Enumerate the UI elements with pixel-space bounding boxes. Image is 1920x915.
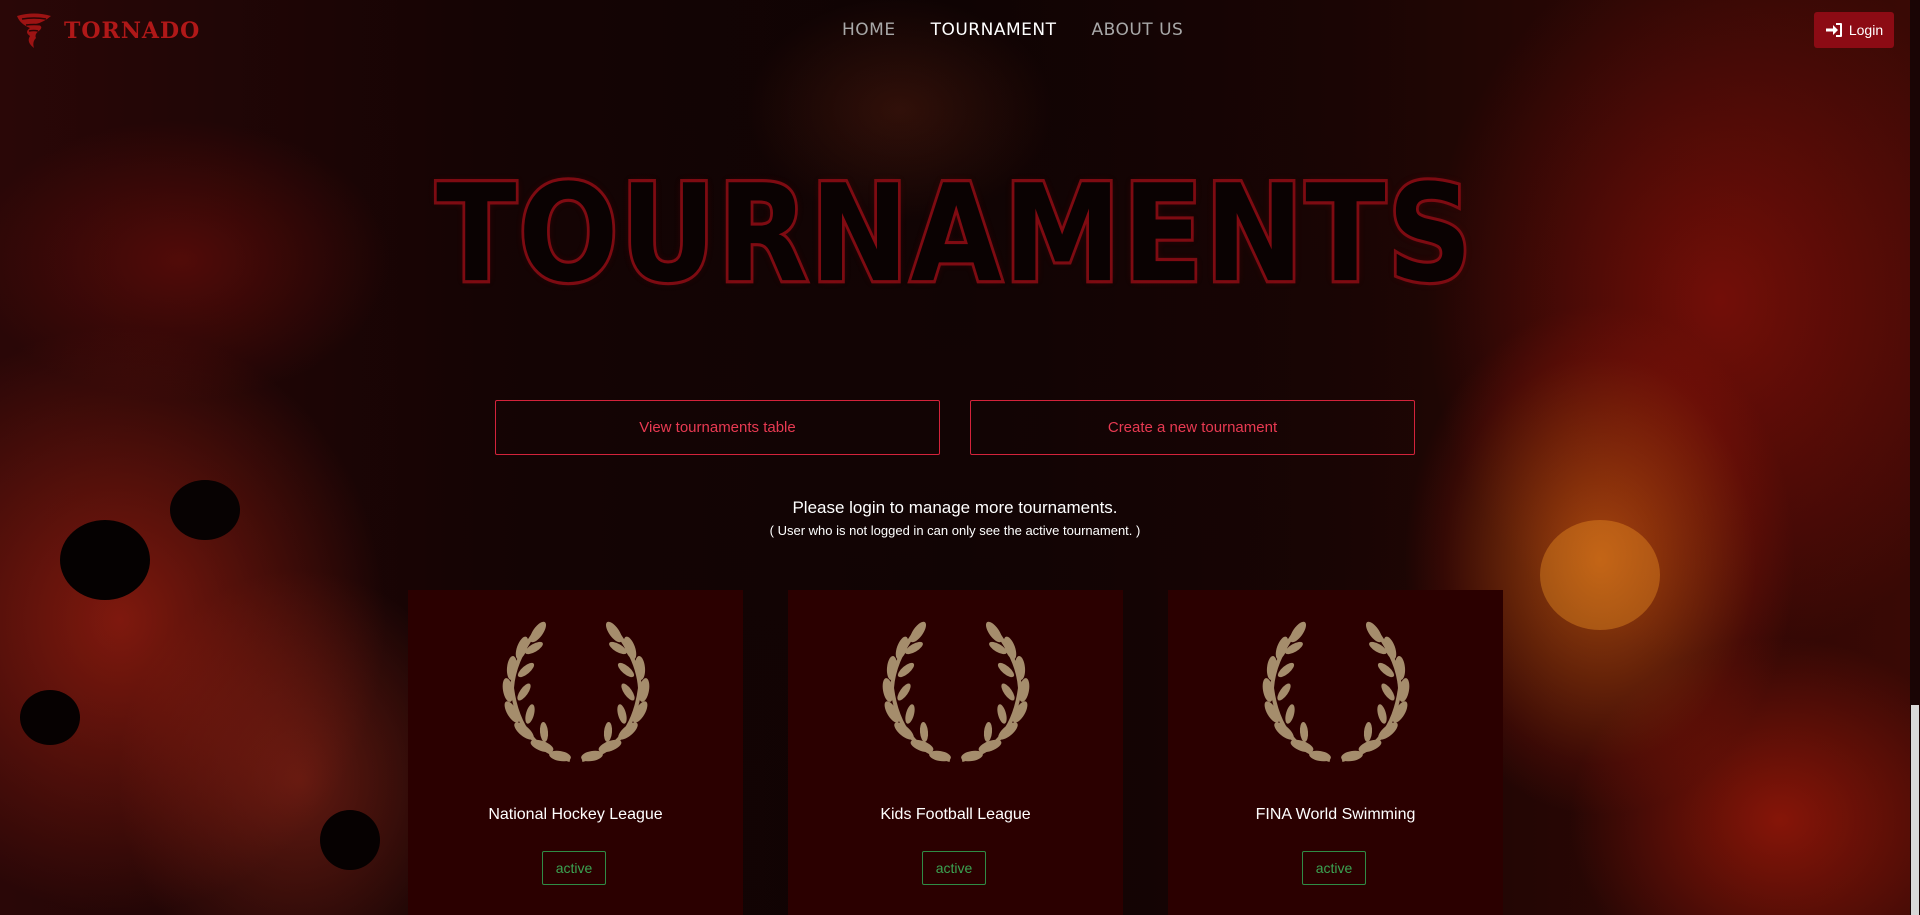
brand-name: TORNADO	[64, 18, 201, 44]
laurel-wreath-icon	[1262, 621, 1410, 762]
notice-main-text: Please login to manage more tournaments.	[792, 498, 1118, 517]
login-button[interactable]: Login	[1814, 12, 1894, 48]
tournament-name: FINA World Swimming	[1255, 806, 1416, 823]
tournament-name: National Hockey League	[488, 806, 663, 823]
nav-link-tournament[interactable]: TOURNAMENT	[931, 20, 1057, 40]
page-title: TOURNAMENTS	[433, 153, 1475, 316]
tournament-card[interactable]: National Hockey League active	[408, 590, 743, 915]
laurel-wreath-icon	[502, 621, 650, 762]
navbar: TORNADO HOME TOURNAMENT ABOUT US Login	[0, 0, 1910, 62]
status-badge: active	[922, 851, 986, 885]
background-blob	[20, 690, 80, 745]
nav-links: HOME TOURNAMENT ABOUT US	[842, 20, 1183, 40]
tournament-card[interactable]: FINA World Swimming active	[1168, 590, 1503, 915]
tornado-icon	[17, 13, 51, 48]
nav-link-about-us[interactable]: ABOUT US	[1091, 20, 1183, 40]
background-blob	[320, 810, 380, 870]
tournament-name: Kids Football League	[880, 806, 1031, 823]
login-notice: Please login to manage more tournaments.…	[0, 498, 1910, 538]
action-buttons: View tournaments table Create a new tour…	[495, 400, 1415, 455]
status-badge: active	[1302, 851, 1366, 885]
create-tournament-button[interactable]: Create a new tournament	[970, 400, 1415, 455]
brand-logo[interactable]: TORNADO	[14, 12, 200, 50]
tournament-cards: National Hockey League active Kids Footb…	[408, 590, 1503, 915]
laurel-wreath-icon	[882, 621, 1030, 762]
sign-in-icon	[1825, 23, 1842, 37]
notice-sub-text: ( User who is not logged in can only see…	[769, 523, 1141, 538]
tournament-card[interactable]: Kids Football League active	[788, 590, 1123, 915]
hero: TOURNAMENTS	[0, 153, 1910, 316]
nav-link-home[interactable]: HOME	[842, 20, 896, 40]
scrollbar-thumb[interactable]	[1911, 705, 1919, 915]
login-label: Login	[1848, 22, 1884, 38]
view-tournaments-table-button[interactable]: View tournaments table	[495, 400, 940, 455]
status-badge: active	[542, 851, 606, 885]
